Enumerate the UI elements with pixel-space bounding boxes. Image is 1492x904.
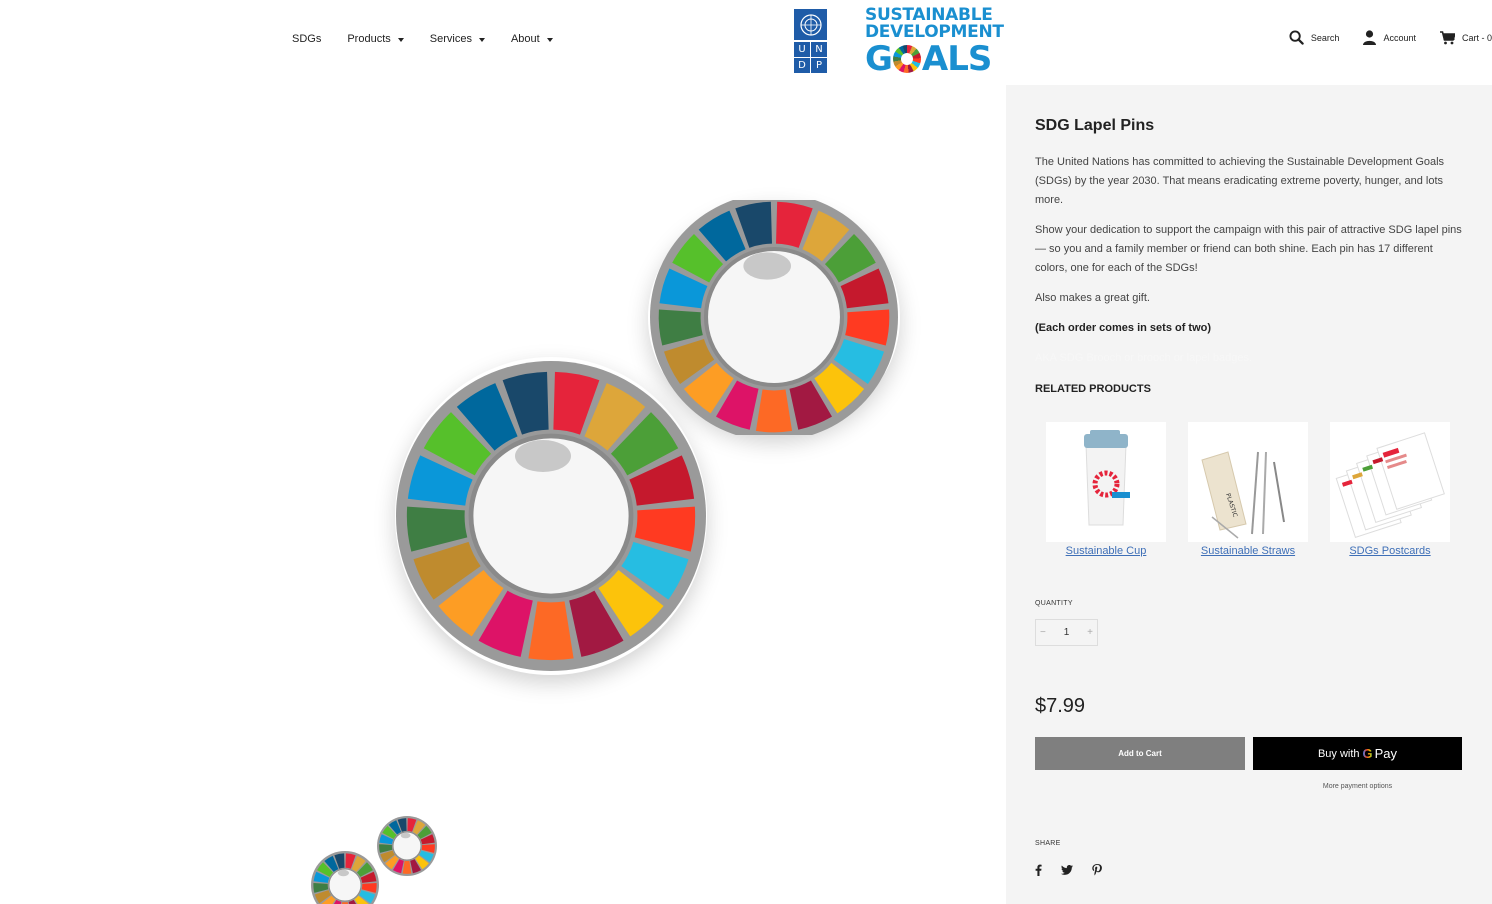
search-icon (1289, 30, 1304, 45)
undp-letter: P (811, 58, 827, 73)
nav-item-label: About (510, 33, 540, 45)
undp-letter: U (794, 42, 810, 57)
straws-image: PLASTIC (1188, 422, 1308, 542)
user-icon (1363, 30, 1377, 45)
hidden-keywords: AKA SDG Brooch or brooch or lapel badges… (1035, 352, 1253, 364)
cup-image (1046, 422, 1166, 542)
nav-item-label: SDGs (292, 33, 322, 45)
gpay-prefix: Buy with (1317, 747, 1360, 760)
search-label: Search (1310, 32, 1340, 43)
add-to-cart-button[interactable]: Add to Cart (1035, 737, 1245, 770)
order-note: (Each order comes in sets of two) (1035, 322, 1212, 334)
cart-link[interactable]: Cart - 0 (1439, 30, 1492, 45)
goals-letter-g: G (865, 38, 893, 79)
undp-letter: D (794, 58, 810, 73)
product-title: SDG Lapel Pins (1035, 117, 1155, 134)
undp-letter: N (811, 42, 827, 57)
cart-icon (1439, 30, 1455, 44)
caret-down-icon (478, 38, 485, 42)
search-link[interactable]: Search (1289, 30, 1340, 45)
share-label: SHARE (1035, 840, 1061, 847)
product-price: $7.99 (1035, 695, 1086, 717)
product-main-image[interactable] (380, 185, 920, 705)
nav-item-label: Services (429, 33, 472, 45)
description-paragraph: Show your dedication to support the camp… (1035, 224, 1462, 274)
related-product-link[interactable]: SDGs Postcards (1349, 545, 1430, 557)
sdg-wordmark: SUSTAINABLE DEVELOPMENT G ALS (865, 4, 1004, 76)
sdg-wheel-graphic (377, 816, 437, 876)
more-payment-options-link[interactable]: More payment options (1253, 783, 1462, 790)
account-link[interactable]: Account (1363, 30, 1416, 45)
site-header: SDGs Products Services About U N D P SUS… (0, 0, 1492, 85)
quantity-value[interactable]: 1 (1064, 627, 1070, 638)
facebook-icon[interactable] (1035, 864, 1042, 876)
un-emblem-icon (794, 9, 827, 40)
nav-item-services[interactable]: Services (430, 31, 485, 47)
main-nav: SDGs Products Services About (292, 31, 579, 47)
nav-item-products[interactable]: Products (347, 31, 404, 47)
google-pay-button[interactable]: Buy with G Pay (1253, 737, 1462, 770)
sdg-wheel-graphic (396, 361, 706, 671)
pinterest-icon[interactable] (1092, 864, 1102, 876)
related-product-link[interactable]: Sustainable Cup (1066, 545, 1147, 557)
minus-icon[interactable]: − (1040, 627, 1046, 638)
description-paragraph: Also makes a great gift. (1035, 292, 1150, 304)
product-info-panel: SDG Lapel Pins The United Nations has co… (1006, 85, 1492, 904)
sdg-wheel-icon (892, 44, 921, 73)
goals-rest: ALS (921, 38, 992, 79)
caret-down-icon (546, 38, 553, 42)
nav-item-label: Products (347, 33, 391, 45)
share-buttons (1035, 864, 1102, 876)
cart-label: Cart - 0 (1461, 32, 1492, 43)
wordmark-line-2: DEVELOPMENT (865, 21, 1004, 42)
account-label: Account (1383, 32, 1416, 43)
sdg-pin-front (395, 357, 707, 675)
related-products-list: Sustainable Cup PLASTIC Sustainable Stra… (1046, 422, 1450, 557)
quantity-label: QUANTITY (1035, 600, 1073, 607)
postcards-image (1330, 422, 1450, 542)
twitter-icon[interactable] (1061, 865, 1073, 875)
related-products-heading: RELATED PRODUCTS (1035, 383, 1151, 395)
quantity-stepper[interactable]: − 1 + (1035, 619, 1098, 646)
gallery-thumbnail[interactable] (310, 815, 450, 904)
header-actions: Search Account Cart - 0 (1265, 30, 1492, 45)
related-product-link[interactable]: Sustainable Straws (1201, 545, 1295, 557)
product-gallery (0, 85, 1006, 904)
nav-item-about[interactable]: About (511, 31, 553, 47)
site-logo[interactable]: U N D P SUSTAINABLE DEVELOPMENT G ALS (794, 6, 1004, 76)
related-product[interactable]: Sustainable Cup (1046, 422, 1166, 557)
related-product[interactable]: SDGs Postcards (1330, 422, 1450, 557)
nav-item-sdgs[interactable]: SDGs (292, 31, 321, 47)
wordmark-line-3: G ALS (865, 42, 1004, 76)
google-g-icon: G (1362, 746, 1373, 761)
sdg-wheel-graphic (311, 851, 379, 904)
wordmark-line-1: SUSTAINABLE (865, 4, 993, 25)
related-product[interactable]: PLASTIC Sustainable Straws (1188, 422, 1308, 557)
gpay-suffix: Pay (1374, 746, 1398, 761)
plus-icon[interactable]: + (1087, 627, 1093, 638)
caret-down-icon (397, 38, 404, 42)
undp-logo: U N D P (794, 9, 827, 73)
product-description: The United Nations has committed to achi… (1035, 153, 1465, 379)
description-paragraph: The United Nations has committed to achi… (1035, 156, 1445, 206)
